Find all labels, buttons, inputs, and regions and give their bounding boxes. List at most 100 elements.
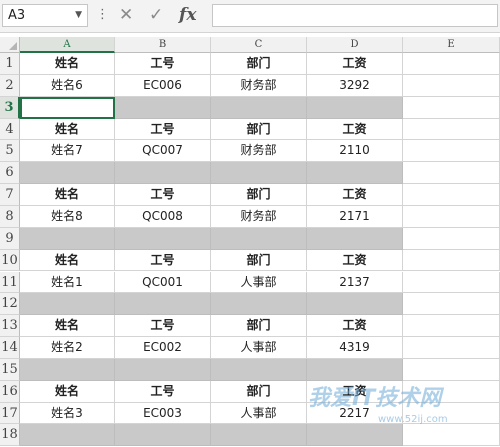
cell-d12[interactable] — [307, 293, 403, 316]
cancel-icon[interactable]: ✕ — [119, 4, 133, 27]
cell-b4[interactable]: 工号 — [115, 118, 211, 141]
cell-a5[interactable]: 姓名7 — [20, 140, 115, 163]
row-header-11[interactable]: 11 — [0, 271, 20, 294]
cell-b5[interactable]: QC007 — [115, 140, 211, 163]
cell-e13[interactable] — [403, 315, 500, 338]
cell-c14[interactable]: 人事部 — [211, 337, 307, 359]
cell-a13[interactable]: 姓名 — [20, 315, 115, 338]
cell-d7[interactable]: 工资 — [307, 184, 403, 206]
cell-c12[interactable] — [211, 293, 307, 316]
cell-c18[interactable] — [211, 424, 307, 447]
cell-b14[interactable]: EC002 — [115, 337, 211, 359]
row-header-3[interactable]: 3 — [0, 96, 20, 119]
cell-c6[interactable] — [211, 162, 307, 185]
cell-d6[interactable] — [307, 162, 403, 185]
cell-b9[interactable] — [115, 227, 211, 250]
cell-b3[interactable] — [115, 96, 211, 119]
cell-d15[interactable] — [307, 358, 403, 381]
cell-c8[interactable]: 财务部 — [211, 205, 307, 228]
cell-b6[interactable] — [115, 162, 211, 185]
column-header-d[interactable]: D — [307, 37, 403, 53]
cell-c13[interactable]: 部门 — [211, 315, 307, 338]
row-header-2[interactable]: 2 — [0, 74, 20, 97]
cell-d4[interactable]: 工资 — [307, 118, 403, 141]
row-header-8[interactable]: 8 — [0, 205, 20, 228]
cell-d3[interactable] — [307, 96, 403, 119]
cell-e1[interactable] — [403, 53, 500, 75]
cell-a9[interactable] — [20, 227, 115, 250]
cell-a15[interactable] — [20, 358, 115, 381]
cell-b17[interactable]: EC003 — [115, 402, 211, 425]
row-header-4[interactable]: 4 — [0, 118, 20, 141]
cell-c4[interactable]: 部门 — [211, 118, 307, 141]
cell-e8[interactable] — [403, 205, 500, 228]
cell-e11[interactable] — [403, 271, 500, 294]
cell-b16[interactable]: 工号 — [115, 380, 211, 403]
row-header-17[interactable]: 17 — [0, 402, 20, 425]
cell-d13[interactable]: 工资 — [307, 315, 403, 338]
cell-e3[interactable] — [403, 96, 500, 119]
row-header-7[interactable]: 7 — [0, 184, 20, 206]
cell-d11[interactable]: 2137 — [307, 271, 403, 294]
cell-b15[interactable] — [115, 358, 211, 381]
cell-c17[interactable]: 人事部 — [211, 402, 307, 425]
cell-a4[interactable]: 姓名 — [20, 118, 115, 141]
row-header-6[interactable]: 6 — [0, 162, 20, 185]
cell-d1[interactable]: 工资 — [307, 53, 403, 75]
cell-e4[interactable] — [403, 118, 500, 141]
cell-e12[interactable] — [403, 293, 500, 316]
cell-a18[interactable] — [20, 424, 115, 447]
cell-a14[interactable]: 姓名2 — [20, 337, 115, 359]
cell-e2[interactable] — [403, 74, 500, 97]
cell-b13[interactable]: 工号 — [115, 315, 211, 338]
cell-a2[interactable]: 姓名6 — [20, 74, 115, 97]
cell-e9[interactable] — [403, 227, 500, 250]
name-box[interactable]: A3 ▼ — [2, 4, 88, 27]
insert-function-icon[interactable]: fx — [179, 4, 196, 27]
row-header-15[interactable]: 15 — [0, 358, 20, 381]
column-header-a[interactable]: A — [20, 37, 115, 53]
cell-a11[interactable]: 姓名1 — [20, 271, 115, 294]
row-header-5[interactable]: 5 — [0, 140, 20, 163]
cell-e10[interactable] — [403, 249, 500, 272]
cell-d5[interactable]: 2110 — [307, 140, 403, 163]
cell-a3[interactable] — [20, 96, 115, 119]
cell-b8[interactable]: QC008 — [115, 205, 211, 228]
cell-b2[interactable]: EC006 — [115, 74, 211, 97]
cell-c3[interactable] — [211, 96, 307, 119]
cell-d2[interactable]: 3292 — [307, 74, 403, 97]
cell-d14[interactable]: 4319 — [307, 337, 403, 359]
cell-b7[interactable]: 工号 — [115, 184, 211, 206]
cell-b11[interactable]: QC001 — [115, 271, 211, 294]
cell-a10[interactable]: 姓名 — [20, 249, 115, 272]
cell-a12[interactable] — [20, 293, 115, 316]
cell-e15[interactable] — [403, 358, 500, 381]
row-header-1[interactable]: 1 — [0, 53, 20, 75]
confirm-icon[interactable]: ✓ — [149, 4, 163, 27]
cell-c7[interactable]: 部门 — [211, 184, 307, 206]
cell-e14[interactable] — [403, 337, 500, 359]
cell-d9[interactable] — [307, 227, 403, 250]
cell-c16[interactable]: 部门 — [211, 380, 307, 403]
row-header-14[interactable]: 14 — [0, 337, 20, 359]
column-header-b[interactable]: B — [115, 37, 211, 53]
row-header-9[interactable]: 9 — [0, 227, 20, 250]
cell-d18[interactable] — [307, 424, 403, 447]
column-header-e[interactable]: E — [403, 37, 500, 53]
row-header-18[interactable]: 18 — [0, 424, 20, 447]
column-header-c[interactable]: C — [211, 37, 307, 53]
cell-c1[interactable]: 部门 — [211, 53, 307, 75]
cell-d10[interactable]: 工资 — [307, 249, 403, 272]
cell-a6[interactable] — [20, 162, 115, 185]
cell-a16[interactable]: 姓名 — [20, 380, 115, 403]
cell-d8[interactable]: 2171 — [307, 205, 403, 228]
chevron-down-icon[interactable]: ▼ — [75, 5, 82, 26]
cell-c5[interactable]: 财务部 — [211, 140, 307, 163]
cell-c15[interactable] — [211, 358, 307, 381]
cell-e6[interactable] — [403, 162, 500, 185]
cell-e18[interactable] — [403, 424, 500, 447]
cell-b12[interactable] — [115, 293, 211, 316]
row-header-10[interactable]: 10 — [0, 249, 20, 272]
cell-b10[interactable]: 工号 — [115, 249, 211, 272]
cell-a1[interactable]: 姓名 — [20, 53, 115, 75]
